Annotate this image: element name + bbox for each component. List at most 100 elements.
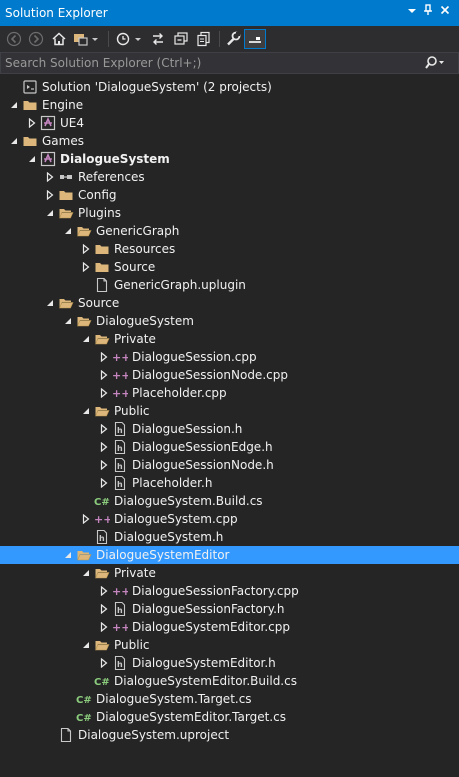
tree-item-label: Placeholder.h [132, 476, 213, 490]
wrench-icon [227, 31, 241, 46]
collapse-all-icon [174, 32, 188, 45]
tree-item[interactable]: DialogueSystemEditor [0, 546, 459, 564]
expand-arrow-right-icon[interactable] [44, 168, 56, 186]
tree-item[interactable]: ++ DialogueSession.cpp [0, 348, 459, 366]
sync-button[interactable] [148, 29, 168, 49]
expand-arrow-down-icon[interactable] [26, 150, 38, 168]
expand-arrow-right-icon[interactable] [98, 600, 110, 618]
header-file-icon: h [112, 457, 128, 473]
tree-item[interactable]: h DialogueSessionEdge.h [0, 438, 459, 456]
tree-item-label: Public [114, 638, 150, 652]
tree-item[interactable]: Plugins [0, 204, 459, 222]
expand-arrow-right-icon[interactable] [98, 456, 110, 474]
tree-item[interactable]: C# DialogueSystem.Target.cs [0, 690, 459, 708]
search-input[interactable] [5, 53, 415, 73]
collapse-all-button[interactable] [171, 29, 191, 49]
tree-item[interactable]: GenericGraph.uplugin [0, 276, 459, 294]
tree-item[interactable]: Engine [0, 96, 459, 114]
tree-item[interactable]: Public [0, 402, 459, 420]
preview-selected-items-button[interactable] [244, 29, 266, 49]
expand-arrow-right-icon[interactable] [98, 582, 110, 600]
svg-text:h: h [117, 480, 123, 489]
expand-arrow-right-icon[interactable] [98, 420, 110, 438]
expand-arrow-down-icon[interactable] [44, 204, 56, 222]
svg-text:++: ++ [112, 387, 128, 400]
expand-arrow-right-icon[interactable] [98, 438, 110, 456]
tree-item[interactable]: Resources [0, 240, 459, 258]
svg-text:h: h [99, 534, 105, 543]
tree-item[interactable]: UE4 [0, 114, 459, 132]
tree-item[interactable]: Config [0, 186, 459, 204]
expand-arrow-down-icon[interactable] [8, 132, 20, 150]
tree-item[interactable]: C# DialogueSystemEditor.Build.cs [0, 672, 459, 690]
tree-item[interactable]: Source [0, 294, 459, 312]
expand-arrow-down-icon[interactable] [8, 96, 20, 114]
tree-item[interactable]: Public [0, 636, 459, 654]
tree-item[interactable]: C# DialogueSystemEditor.Target.cs [0, 708, 459, 726]
expand-arrow-right-icon[interactable] [26, 114, 38, 132]
pin-button[interactable] [420, 4, 436, 20]
forward-icon [28, 31, 44, 47]
expand-arrow-down-icon[interactable] [80, 636, 92, 654]
expand-arrow-down-icon[interactable] [44, 294, 56, 312]
expand-arrow-down-icon[interactable] [80, 564, 92, 582]
tree-item[interactable]: Source [0, 258, 459, 276]
expand-arrow-down-icon[interactable] [80, 330, 92, 348]
expand-arrow-down-icon[interactable] [62, 312, 74, 330]
pending-changes-icon [116, 32, 141, 46]
tree-item[interactable]: Private [0, 564, 459, 582]
tree-item[interactable]: References [0, 168, 459, 186]
references-icon [58, 169, 74, 185]
expand-arrow-right-icon[interactable] [80, 240, 92, 258]
pending-changes-filter-button[interactable] [113, 29, 145, 49]
sync-icon [153, 33, 163, 45]
tree-item[interactable]: Games [0, 132, 459, 150]
expand-arrow-right-icon[interactable] [44, 186, 56, 204]
tree-item[interactable]: h DialogueSession.h [0, 420, 459, 438]
tree-item[interactable]: DialogueSystem [0, 312, 459, 330]
expand-arrow-right-icon[interactable] [98, 474, 110, 492]
tree-item[interactable]: Solution 'DialogueSystem' (2 projects) [0, 78, 459, 96]
window-dropdown-button[interactable] [404, 4, 420, 20]
expand-arrow-right-icon[interactable] [98, 618, 110, 636]
tree-item-label: DialogueSystemEditor.Build.cs [114, 674, 297, 688]
show-all-files-button[interactable] [194, 29, 214, 49]
expand-arrow-right-icon[interactable] [80, 258, 92, 276]
tree-item[interactable]: h DialogueSessionNode.h [0, 456, 459, 474]
expand-arrow-right-icon[interactable] [80, 510, 92, 528]
tree-item[interactable]: h Placeholder.h [0, 474, 459, 492]
tree-item[interactable]: C# DialogueSystem.Build.cs [0, 492, 459, 510]
tree-item[interactable]: ++ DialogueSystem.cpp [0, 510, 459, 528]
tree-item-label: DialogueSystemEditor [96, 548, 230, 562]
search-button[interactable] [425, 55, 445, 71]
expand-arrow-right-icon[interactable] [98, 654, 110, 672]
expand-arrow-down-icon[interactable] [62, 222, 74, 240]
back-button[interactable] [4, 29, 24, 49]
expand-arrow-right-icon[interactable] [98, 348, 110, 366]
tree-item[interactable]: Private [0, 330, 459, 348]
expand-arrow-down-icon[interactable] [62, 546, 74, 564]
expand-arrow-right-icon[interactable] [98, 384, 110, 402]
toolbar [0, 26, 459, 52]
tree-item[interactable]: ++ DialogueSystemEditor.cpp [0, 618, 459, 636]
pin-icon [424, 4, 432, 15]
tree-item[interactable]: DialogueSystem.uproject [0, 726, 459, 744]
tree-item[interactable]: ++ Placeholder.cpp [0, 384, 459, 402]
home-button[interactable] [49, 29, 69, 49]
tree-item[interactable]: h DialogueSystem.h [0, 528, 459, 546]
properties-button[interactable] [223, 29, 243, 49]
expand-arrow-down-icon[interactable] [80, 402, 92, 420]
tree-item[interactable]: DialogueSystem [0, 150, 459, 168]
tree-item[interactable]: ++ DialogueSessionNode.cpp [0, 366, 459, 384]
tree-item[interactable]: GenericGraph [0, 222, 459, 240]
switch-views-button[interactable] [71, 29, 101, 49]
file-icon [94, 277, 110, 293]
tree-item[interactable]: ++ DialogueSessionFactory.cpp [0, 582, 459, 600]
expand-arrow-right-icon[interactable] [98, 366, 110, 384]
svg-text:C#: C# [94, 677, 110, 688]
forward-button[interactable] [26, 29, 46, 49]
show-all-files-icon [197, 31, 210, 47]
tree-item[interactable]: h DialogueSystemEditor.h [0, 654, 459, 672]
close-button[interactable] [437, 4, 453, 20]
tree-item[interactable]: h DialogueSessionFactory.h [0, 600, 459, 618]
